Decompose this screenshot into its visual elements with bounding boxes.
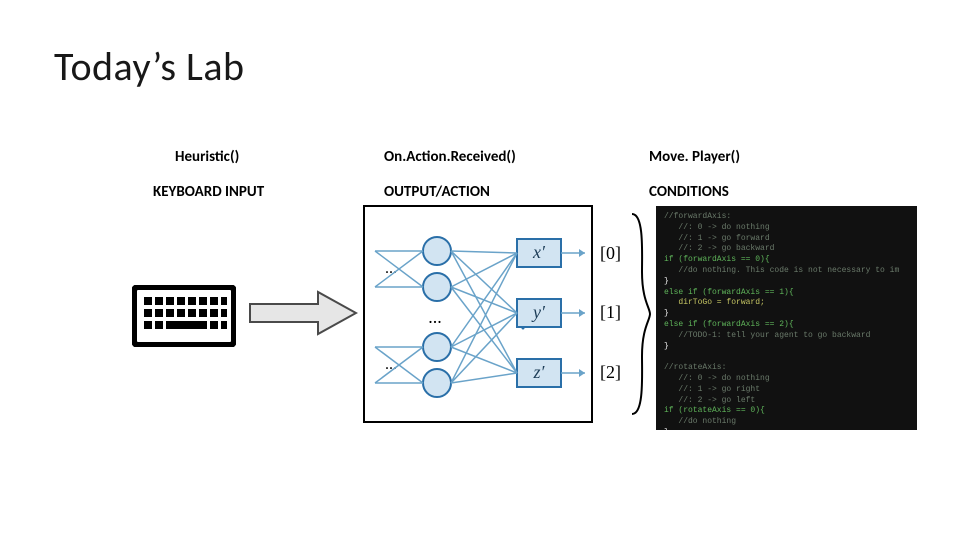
output-index-1: [1] [600,302,621,323]
label-conditions: CONDITIONS [649,183,729,201]
svg-text:...: ... [428,307,442,327]
label-keyboard-input: KEYBOARD INPUT [153,183,264,201]
arrow-icon [248,290,358,336]
svg-text:z′: z′ [533,362,546,382]
page-title: Today’s Lab [54,42,245,91]
svg-text:x′: x′ [532,242,546,262]
output-index-0: [0] [600,243,621,264]
keyboard-icon [132,285,236,347]
label-heuristic: Heuristic() [175,148,239,166]
code-snippet: //forwardAxis: //: 0 -> do nothing //: 1… [656,206,917,430]
brace-icon [628,212,652,416]
output-index-2: [2] [600,362,621,383]
label-moveplayer: Move. Player() [649,148,740,166]
label-onactionreceived: On.Action.Received() [384,148,516,166]
slide: Today’s Lab Heuristic() On.Action.Receiv… [0,0,960,540]
svg-text:y′: y′ [531,302,546,322]
neural-network-diagram: x′ y′ z′ ... ... ... [363,205,593,423]
label-output-action: OUTPUT/ACTION [384,183,490,201]
